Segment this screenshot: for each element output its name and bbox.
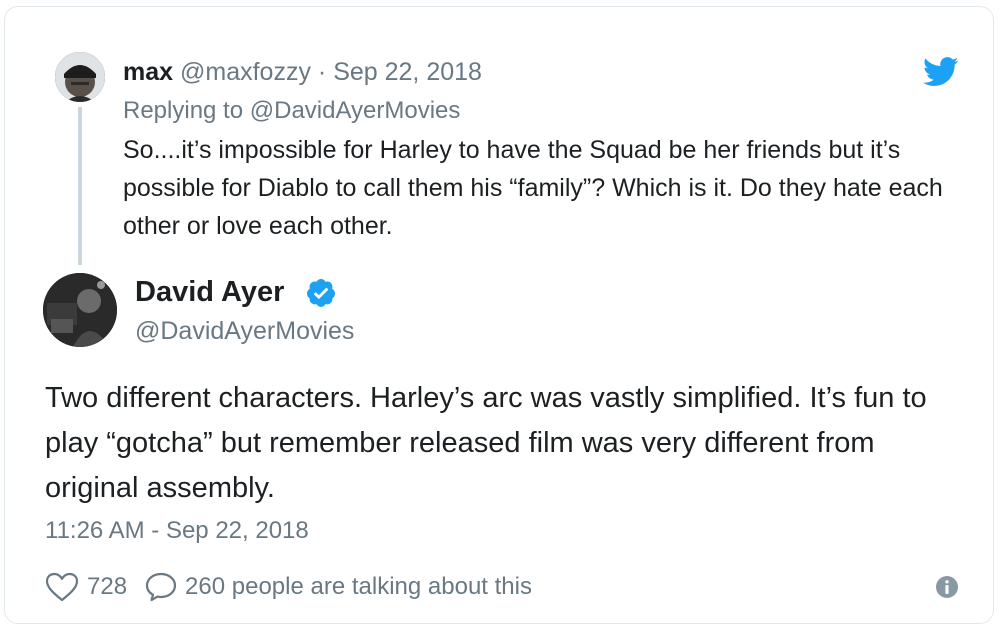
info-icon[interactable] [935,575,959,599]
conversation-link[interactable]: 260 people are talking about this [145,572,532,602]
tweet-timestamp[interactable]: 11:26 AM - Sep 22, 2018 [45,514,309,548]
speech-bubble-icon [145,572,177,602]
parent-tweet-date[interactable]: Sep 22, 2018 [333,58,482,86]
header-separator: · [310,58,334,86]
thread-connector-line [78,107,82,265]
main-author-avatar[interactable] [43,273,117,347]
parent-tweet-text: So....it’s impossible for Harley to have… [123,136,943,240]
like-count: 728 [87,573,128,600]
avatar-photo-icon [55,52,105,102]
twitter-bird-icon[interactable] [923,57,959,87]
replying-to-handle[interactable]: @DavidAyerMovies [250,97,461,124]
parent-author-handle[interactable]: @maxfozzy [180,58,311,86]
parent-author-name[interactable]: max [123,58,173,86]
verified-badge-icon [307,279,335,307]
parent-author-avatar[interactable] [55,52,105,102]
main-author-name[interactable]: David Ayer [135,273,284,311]
main-author-handle[interactable]: @DavidAyerMovies [135,314,354,348]
replying-to-label: Replying to [123,97,250,124]
embedded-tweet-card: max @maxfozzy · Sep 22, 2018 Replying to… [4,6,994,624]
like-button[interactable]: 728 [45,572,145,602]
talking-about-text: 260 people are talking about this [185,573,532,600]
avatar-photo-icon [43,273,117,347]
tweet-action-bar: 728 260 people are talking about this [45,569,532,605]
parent-tweet-header: max @maxfozzy · Sep 22, 2018 [123,56,482,88]
main-tweet-text: Two different characters. Harley’s arc w… [45,382,927,504]
heart-icon [45,572,79,602]
replying-to-line: Replying to @DavidAyerMovies [123,95,460,127]
